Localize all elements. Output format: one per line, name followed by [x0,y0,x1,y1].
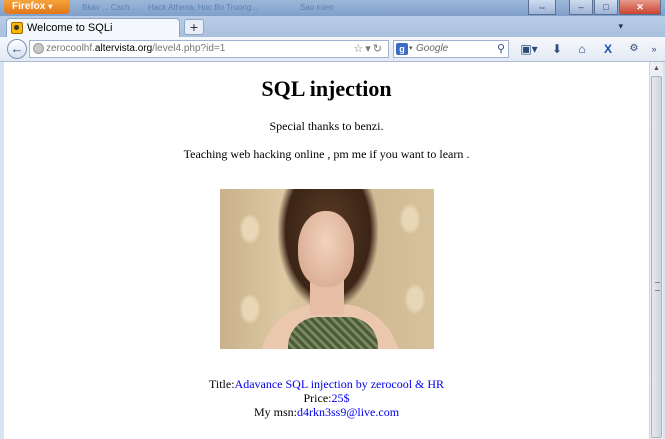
ghost-title: Sao mien [300,3,334,12]
download-icon[interactable]: ⬇ [550,41,564,57]
search-field[interactable]: g ▾ Google ⚲ [393,40,509,58]
msn-link[interactable]: d4rkn3ss9@live.com [297,405,399,419]
title-label: Title: [208,377,235,391]
home-icon[interactable]: ⌂ [575,41,589,57]
title-line: Title:Adavance SQL injection by zerocool… [4,377,649,392]
new-tab-button[interactable]: + [184,19,204,35]
address-bar[interactable]: zerocoolhf.altervista.org/level4.php?id=… [29,40,389,58]
url-prefix: zerocoolhf. [46,43,95,54]
chevron-down-icon[interactable]: ▾ [409,41,413,57]
back-icon[interactable]: ← [7,39,27,59]
firefox-menu-button[interactable]: Firefox ▾ [4,0,70,14]
firefox-menu-label: Firefox [12,1,46,12]
tab-strip: Welcome to SQLi + ▾ [0,16,665,37]
scroll-thumb[interactable] [651,76,662,438]
window-titlebar: Firefox ▾ Bkav ... Cach ... Hack Athena, … [0,0,665,16]
settings-icon[interactable]: ⚙ [626,41,642,57]
title-link[interactable]: Adavance SQL injection by zerocool & HR [235,377,445,391]
price-label: Price: [303,391,332,405]
tab-list-icon[interactable]: ▾ [618,21,623,32]
url-host: altervista.org [94,43,153,54]
navigation-toolbar: ← zerocoolhf.altervista.org/level4.php?i… [0,37,665,62]
portrait-image [220,189,434,349]
msn-label: My msn: [253,405,297,419]
maximize-button[interactable]: □ [594,0,618,15]
resize-icon[interactable]: ⇔ [528,0,556,15]
photo-face [298,211,354,287]
tab-welcome-sqli[interactable]: Welcome to SQLi [6,18,180,37]
price-link[interactable]: 25$ [332,391,350,405]
overflow-icon[interactable]: » [648,41,660,57]
addon-x-icon[interactable]: X [601,41,615,57]
grip-icon [655,282,660,291]
page-content: SQL injection Special thanks to benzi. T… [4,62,649,439]
teaching-text: Teaching web hacking online , pm me if y… [183,147,470,161]
ghost-title: Hack Athena, Hoc Bo Truong... [148,3,258,12]
search-placeholder: Google [416,43,449,54]
vertical-scrollbar[interactable]: ▲ [649,62,663,439]
msn-line: My msn:d4rkn3ss9@live.com [4,405,649,420]
scroll-up-icon[interactable]: ▲ [650,62,663,75]
bookmarks-icon[interactable]: ▣▾ [518,41,540,57]
close-button[interactable]: ✕ [619,0,661,15]
url-path: /level4.php?id=1 [152,43,226,54]
page-heading: SQL injection [261,76,392,101]
photo-dress [288,317,378,349]
tab-title: Welcome to SQLi [27,22,113,34]
price-line: Price:25$ [4,391,649,406]
thanks-text: Special thanks to benzi. [269,119,384,133]
favicon-icon [11,22,23,34]
reload-icon[interactable]: ↻ [373,43,384,55]
minimize-button[interactable]: – [569,0,593,15]
globe-icon [33,43,44,54]
history-dropdown-icon[interactable]: ▾ [365,43,373,55]
bookmark-star-icon[interactable]: ☆ [353,43,365,55]
window-controls: ⇔ – □ ✕ [528,0,661,15]
ghost-title: Bkav ... Cach ... [82,3,139,12]
chevron-down-icon: ▾ [48,2,53,11]
search-engine-icon[interactable]: g [396,43,408,55]
search-icon[interactable]: ⚲ [497,41,505,57]
